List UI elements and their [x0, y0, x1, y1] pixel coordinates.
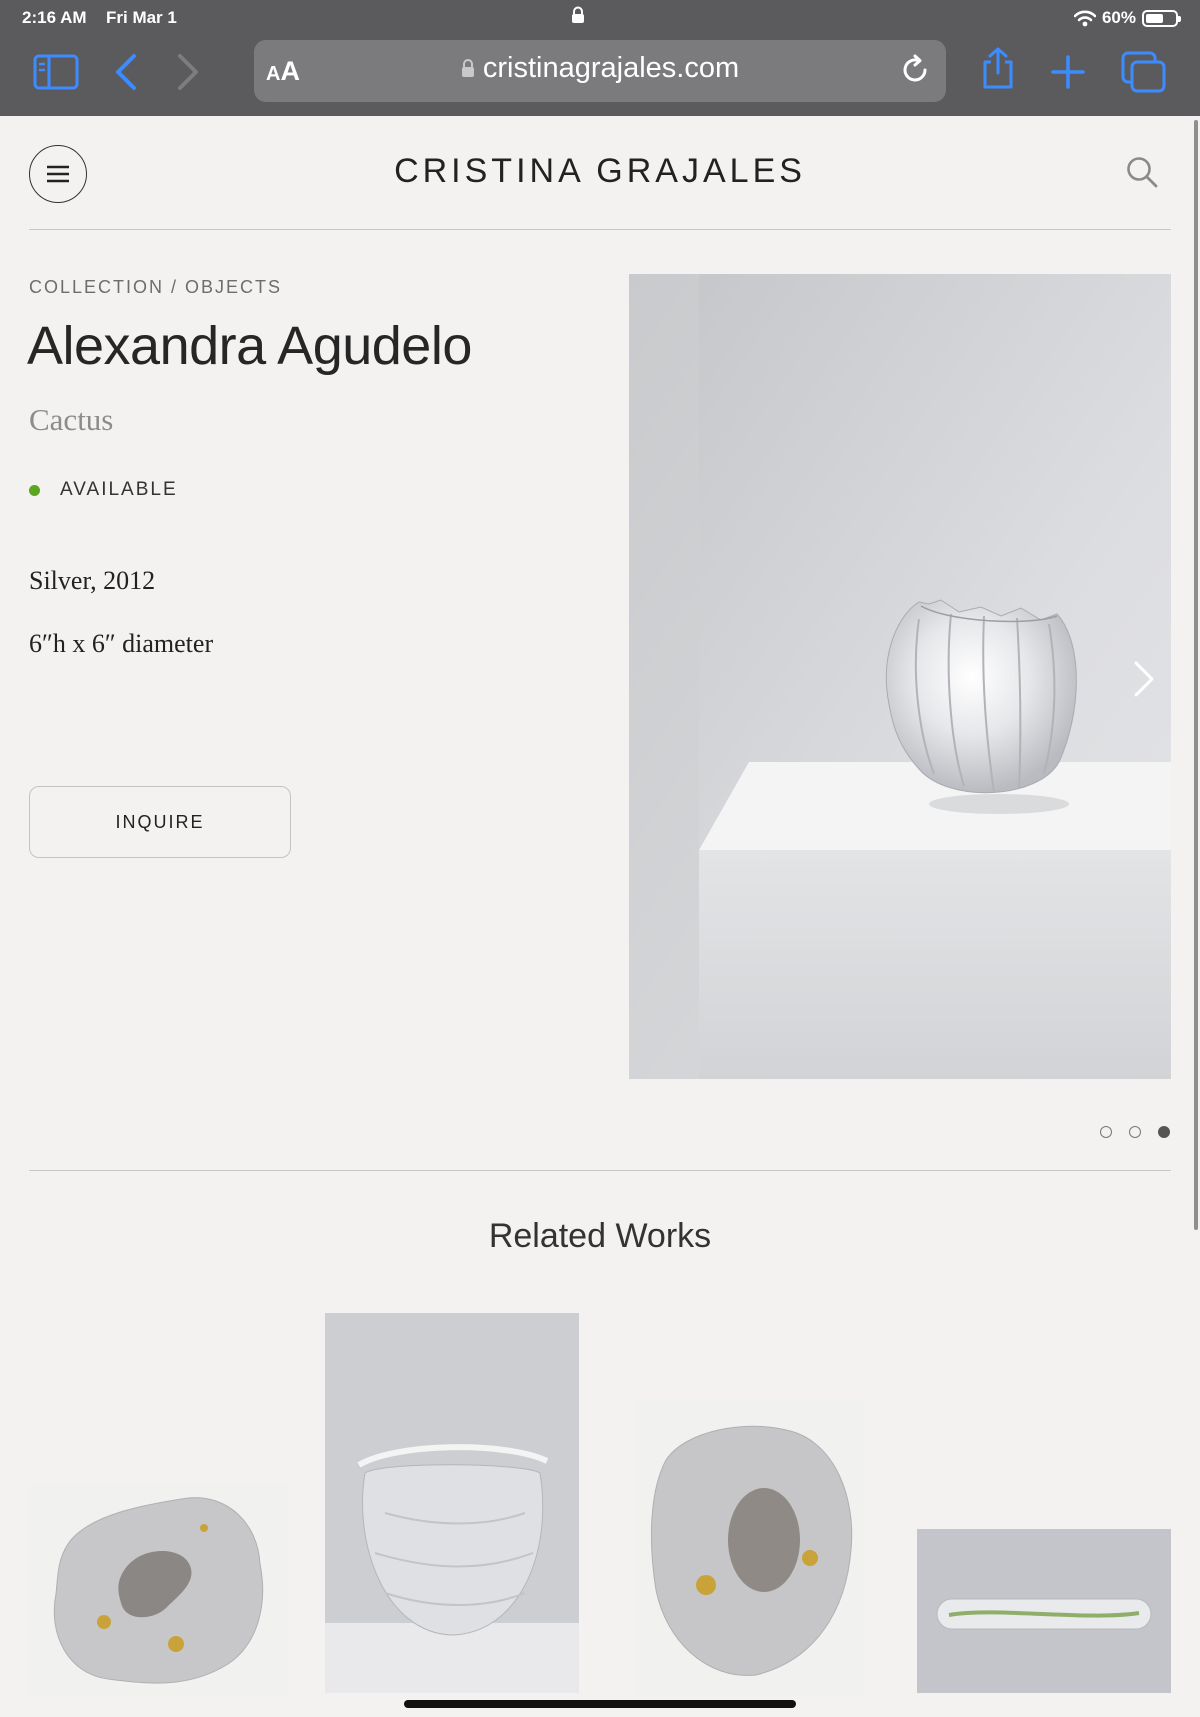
related-work-thumbnail-bowl[interactable] [325, 1313, 579, 1693]
url-display: cristinagrajales.com [254, 52, 946, 85]
availability-dot-icon [29, 484, 40, 496]
related-works-heading: Related Works [488, 1217, 712, 1255]
work-title: Cactus [29, 402, 114, 437]
dimensions: 6″h x 6″ diameter [29, 629, 214, 658]
share-button[interactable] [974, 46, 1022, 90]
carousel-next-icon[interactable] [1128, 660, 1158, 698]
page-scrollbar[interactable] [1194, 120, 1198, 1230]
share-icon [983, 47, 1013, 89]
tabs-button[interactable] [1120, 50, 1168, 94]
related-work-thumbnail-tray[interactable] [917, 1529, 1171, 1693]
breadcrumb[interactable]: COLLECTION / OBJECTS [29, 277, 282, 298]
material-year: Silver, 2012 [29, 566, 156, 595]
battery-icon [1142, 9, 1181, 27]
artist-name: Alexandra Agudelo [27, 316, 472, 376]
section-divider [29, 1170, 1171, 1171]
home-indicator [404, 1700, 796, 1708]
tabs-icon [1121, 51, 1166, 93]
carousel-pagination[interactable] [1100, 1126, 1170, 1138]
back-button[interactable] [102, 50, 150, 94]
header-divider [29, 229, 1171, 230]
status-right: 60% [1073, 8, 1181, 28]
related-work-thumbnail-mirror-round[interactable] [636, 1400, 864, 1695]
status-time: 2:16 AM [22, 8, 87, 27]
new-tab-button[interactable] [1044, 50, 1092, 94]
browser-chrome: 2:16 AM Fri Mar 1 60% AA cristinagrajale… [0, 0, 1200, 116]
inquire-button[interactable]: INQUIRE [29, 786, 291, 858]
availability-status: AVAILABLE [29, 479, 178, 501]
padlock-icon [461, 59, 474, 77]
url-text: cristinagrajales.com [482, 52, 740, 84]
wifi-icon [1073, 10, 1096, 26]
availability-label: AVAILABLE [60, 479, 178, 500]
carousel-dot[interactable] [1100, 1126, 1112, 1138]
sidebar-icon [33, 54, 79, 90]
search-icon[interactable] [1124, 154, 1160, 190]
battery-percent: 60% [1101, 8, 1136, 27]
reload-icon[interactable] [898, 52, 934, 88]
sidebar-toggle-button[interactable] [32, 50, 80, 94]
site-logo[interactable]: CRISTINA GRAJALES [0, 152, 1200, 191]
chevron-right-icon [178, 54, 198, 90]
carousel-dot[interactable] [1129, 1126, 1141, 1138]
status-bar: 2:16 AM Fri Mar 1 60% [22, 6, 1181, 28]
related-work-thumbnail-mirror[interactable] [28, 1484, 288, 1696]
status-date: Fri Mar 1 [106, 8, 177, 27]
forward-button[interactable] [164, 50, 212, 94]
artwork-image[interactable] [629, 274, 1171, 1079]
address-bar[interactable]: AA cristinagrajales.com [254, 40, 946, 102]
orientation-lock-icon [572, 6, 584, 23]
chevron-left-icon [116, 54, 136, 90]
plus-icon [1051, 55, 1085, 89]
carousel-dot[interactable] [1158, 1126, 1170, 1138]
